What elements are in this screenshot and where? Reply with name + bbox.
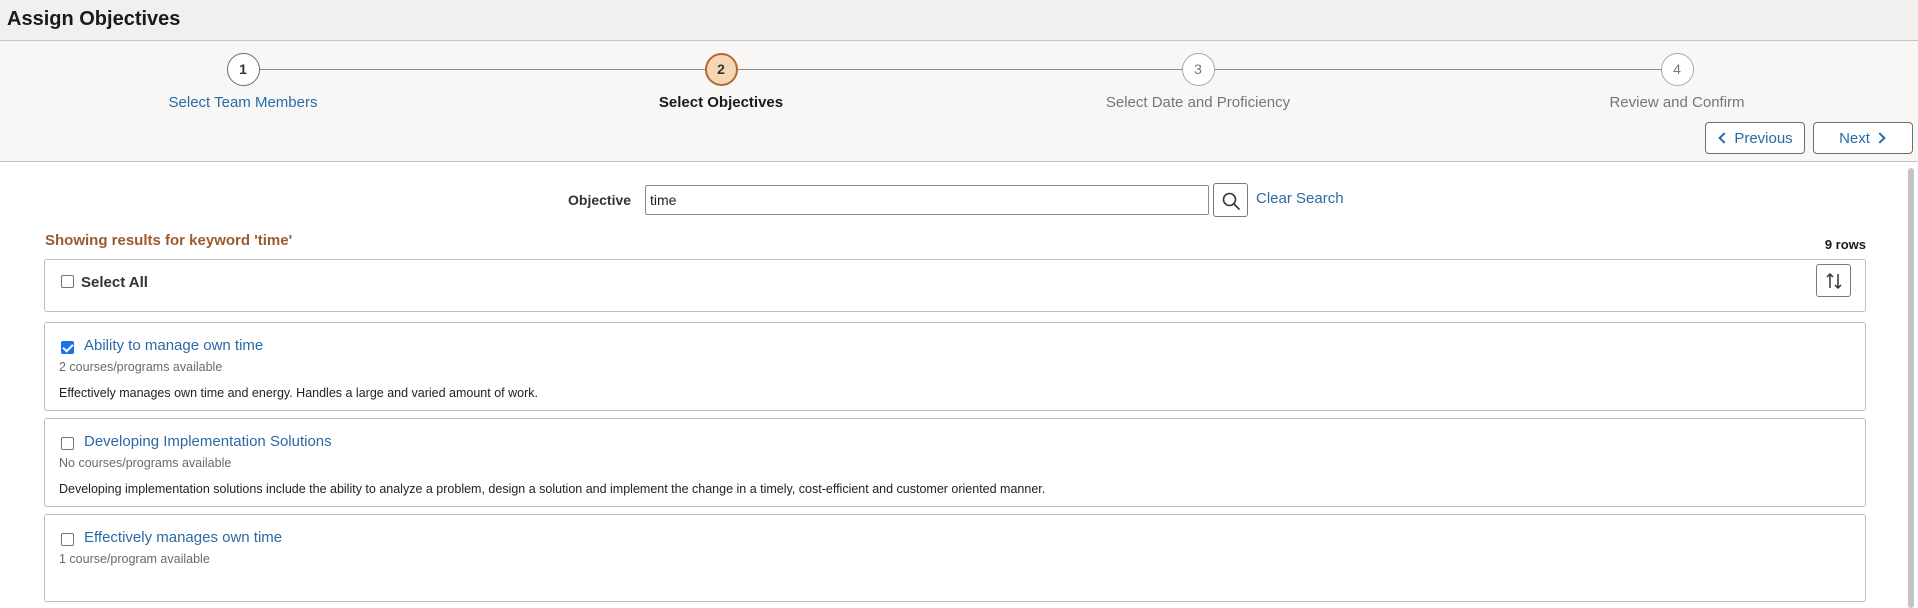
previous-button[interactable]: Previous (1705, 122, 1805, 154)
step-train: 1 Select Team Members 2 Select Objective… (0, 41, 1918, 162)
list-item: Developing Implementation Solutions No c… (44, 418, 1866, 507)
page-title: Assign Objectives (7, 8, 181, 30)
select-all-label[interactable]: Select All (81, 274, 148, 291)
step-select-team-members[interactable]: 1 Select Team Members (113, 53, 373, 111)
step-label-review-and-confirm: Review and Confirm (1609, 94, 1745, 111)
chevron-left-icon (1718, 132, 1730, 144)
objective-search-input[interactable] (645, 185, 1209, 215)
item-availability: 1 course/program available (59, 552, 210, 566)
list-item: Effectively manages own time 1 course/pr… (44, 514, 1866, 602)
step-number-2: 2 (704, 53, 738, 86)
item-availability: 2 courses/programs available (59, 360, 223, 374)
search-button[interactable] (1213, 183, 1248, 217)
clear-search-link[interactable]: Clear Search (1256, 190, 1344, 207)
page-header: Assign Objectives (0, 0, 1918, 41)
step-label-select-date-and-proficiency: Select Date and Proficiency (1105, 94, 1291, 111)
item-title-link[interactable]: Effectively manages own time (84, 529, 282, 546)
sort-button[interactable] (1816, 264, 1851, 297)
item-title-link[interactable]: Ability to manage own time (84, 337, 263, 354)
sort-icon (1826, 272, 1842, 290)
next-button-label: Next (1839, 129, 1870, 147)
item-checkbox[interactable] (61, 341, 74, 354)
chevron-right-icon (1874, 132, 1886, 144)
item-availability: No courses/programs available (59, 456, 232, 470)
item-checkbox[interactable] (61, 437, 74, 450)
search-icon (1222, 192, 1240, 210)
select-all-checkbox[interactable] (61, 275, 74, 288)
step-review-and-confirm: 4 Review and Confirm (1547, 53, 1807, 111)
results-message: Showing results for keyword 'time' (45, 232, 293, 249)
item-checkbox[interactable] (61, 533, 74, 546)
step-select-date-and-proficiency: 3 Select Date and Proficiency (1068, 53, 1328, 111)
list-item: Ability to manage own time 2 courses/pro… (44, 322, 1866, 411)
row-count: 9 rows (1824, 237, 1866, 252)
previous-button-label: Previous (1734, 129, 1793, 147)
step-select-objectives: 2 Select Objectives (591, 53, 851, 111)
objective-search-label: Objective (568, 192, 632, 208)
step-label-select-team-members[interactable]: Select Team Members (113, 94, 373, 111)
item-description: Effectively manages own time and energy.… (59, 386, 538, 400)
step-number-4: 4 (1660, 53, 1694, 86)
step-number-1: 1 (226, 53, 260, 86)
step-connector-line (243, 69, 1677, 70)
step-number-3: 3 (1181, 53, 1215, 86)
next-button[interactable]: Next (1813, 122, 1913, 154)
select-all-panel: Select All (44, 259, 1866, 312)
step-label-select-objectives: Select Objectives (658, 94, 784, 111)
item-description: Developing implementation solutions incl… (59, 482, 1046, 496)
item-title-link[interactable]: Developing Implementation Solutions (84, 433, 332, 450)
vertical-scrollbar[interactable] (1908, 168, 1914, 608)
